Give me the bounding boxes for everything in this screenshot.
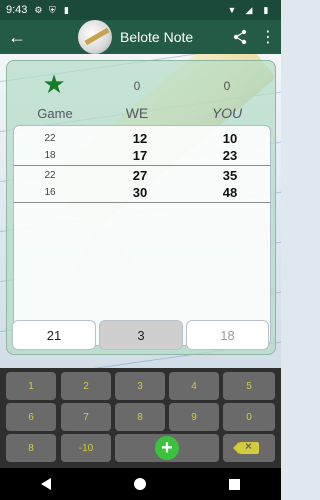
key-4[interactable]: 4	[169, 372, 219, 400]
system-nav-bar	[0, 468, 281, 500]
battery-icon: ▮	[263, 4, 269, 15]
table-row[interactable]: 18 17 23	[14, 147, 270, 164]
settings-icon: ⚙	[34, 4, 43, 15]
label-game: Game	[37, 106, 73, 121]
nav-back-icon[interactable]	[41, 478, 52, 490]
key-9[interactable]: 9	[169, 403, 219, 431]
key-3[interactable]: 3	[115, 372, 165, 400]
total-we: 0	[133, 79, 141, 93]
shield-icon: ⛨	[49, 4, 56, 15]
entry-you-field[interactable]: 18	[186, 320, 269, 350]
key-6[interactable]: 6	[6, 403, 56, 431]
back-arrow-icon[interactable]: ←	[0, 20, 34, 54]
star-icon[interactable]: ★	[29, 69, 79, 100]
row-you: 23	[222, 148, 238, 163]
table-row[interactable]: 22 12 10	[14, 130, 270, 147]
key-5[interactable]: 5	[223, 372, 275, 400]
keypad: 1 2 3 4 5 6 7 8 9 0 8 -10 +	[0, 368, 281, 468]
nav-recents-icon[interactable]	[228, 478, 240, 490]
row-game: 18	[44, 150, 56, 161]
more-options-icon[interactable]: ⋮	[255, 20, 281, 54]
key-8[interactable]: 8	[115, 403, 165, 431]
key-7[interactable]: 7	[61, 403, 111, 431]
app-bar: ← Belote Note ⋮	[0, 20, 281, 54]
plus-icon: +	[155, 436, 179, 460]
total-you: 0	[223, 79, 231, 93]
sd-card-icon: ▮	[63, 4, 69, 15]
score-header: ★ 0 0 Game WE YOU	[7, 61, 277, 123]
label-you: YOU	[211, 105, 243, 121]
label-we: WE	[125, 105, 149, 121]
row-you: 35	[222, 168, 238, 183]
status-time: 9:43	[6, 4, 28, 16]
table-row[interactable]: 22 27 35	[14, 167, 270, 184]
row-you: 48	[222, 185, 238, 200]
key-minus-10[interactable]: -10	[61, 434, 111, 462]
row-we: 17	[132, 148, 148, 163]
add-button[interactable]: +	[115, 434, 219, 462]
share-icon[interactable]	[225, 20, 255, 54]
backspace-button[interactable]	[223, 434, 275, 462]
key-8-bottom[interactable]: 8	[6, 434, 56, 462]
nav-home-icon[interactable]	[133, 478, 146, 490]
score-table: 22 12 10 18 17 23 22 27 35 16 30 48	[13, 125, 271, 346]
row-divider	[14, 202, 270, 203]
row-game: 16	[44, 187, 56, 198]
key-0[interactable]: 0	[223, 403, 275, 431]
entry-game-field[interactable]: 21	[12, 320, 96, 350]
row-we: 27	[132, 168, 148, 183]
status-bar: 9:43 ⚙ ⛨ ▮ ▼ ◢ ▮	[0, 0, 281, 20]
row-game: 22	[44, 170, 56, 181]
entry-we-field[interactable]: 3	[99, 320, 183, 350]
row-divider	[14, 165, 270, 166]
row-we: 12	[132, 131, 148, 146]
row-we: 30	[132, 185, 148, 200]
table-row[interactable]: 16 30 48	[14, 184, 270, 201]
app-title: Belote Note	[120, 29, 194, 45]
score-card: ★ 0 0 Game WE YOU 22 12 10 18 17 23 22 2…	[6, 60, 276, 355]
key-1[interactable]: 1	[6, 372, 56, 400]
row-you: 10	[222, 131, 238, 146]
key-2[interactable]: 2	[61, 372, 111, 400]
wifi-icon: ▼	[227, 5, 237, 15]
app-logo	[78, 20, 112, 54]
backspace-icon	[233, 439, 259, 454]
row-game: 22	[44, 133, 56, 144]
signal-icon: ◢	[245, 4, 253, 15]
